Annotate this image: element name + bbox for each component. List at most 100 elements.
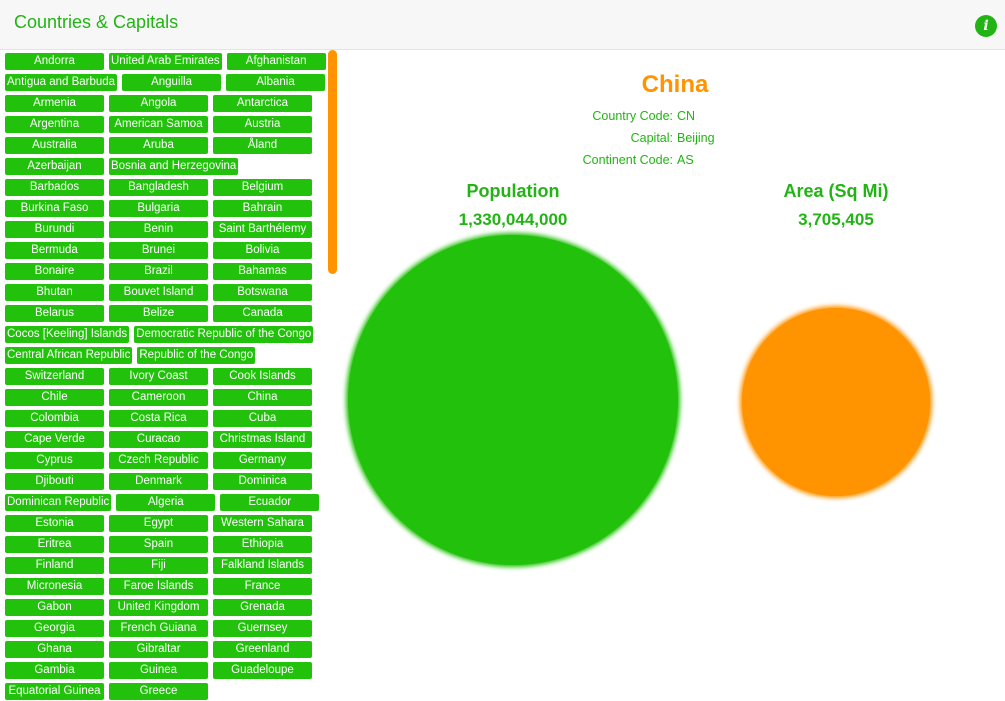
country-button[interactable]: Cameroon — [109, 389, 208, 406]
country-button[interactable]: Brazil — [109, 263, 208, 280]
country-button[interactable]: Bahamas — [213, 263, 312, 280]
population-value: 1,330,044,000 — [458, 210, 568, 229]
country-button[interactable]: Central African Republic — [5, 347, 133, 364]
country-row: Chile Cameroon China — [0, 386, 335, 407]
country-button[interactable]: Estonia — [5, 515, 104, 532]
country-button[interactable]: Azerbaijan — [5, 158, 104, 175]
country-button[interactable]: Bonaire — [5, 263, 104, 280]
country-button[interactable]: Greenland — [213, 641, 312, 658]
country-button[interactable]: Cocos [Keeling] Islands — [5, 326, 130, 343]
country-button[interactable]: Georgia — [5, 620, 104, 637]
country-list-scrollbar[interactable] — [328, 50, 337, 274]
country-button[interactable]: Spain — [109, 536, 208, 553]
country-button[interactable]: Curacao — [109, 431, 208, 448]
country-button[interactable]: Democratic Republic of the Congo — [134, 326, 314, 343]
country-button[interactable]: Djibouti — [5, 473, 104, 490]
country-row: Finland Fiji Falkland Islands — [0, 554, 335, 575]
country-row: Burkina Faso Bulgaria Bahrain — [0, 197, 335, 218]
country-button[interactable]: Finland — [5, 557, 104, 574]
country-button[interactable]: Ethiopia — [213, 536, 312, 553]
country-button[interactable]: Guinea — [109, 662, 208, 679]
country-button[interactable]: Gibraltar — [109, 641, 208, 658]
country-button[interactable]: Denmark — [109, 473, 208, 490]
country-button[interactable]: Austria — [213, 116, 312, 133]
country-button[interactable]: Anguilla — [122, 74, 222, 91]
country-button[interactable]: Belgium — [213, 179, 312, 196]
country-button[interactable]: Switzerland — [5, 368, 104, 385]
country-button[interactable]: Botswana — [213, 284, 312, 301]
country-button[interactable]: Antigua and Barbuda — [5, 74, 118, 91]
country-button[interactable]: Bermuda — [5, 242, 104, 259]
country-button[interactable]: Equatorial Guinea — [5, 683, 104, 700]
country-button[interactable]: Albania — [226, 74, 326, 91]
country-button[interactable]: Germany — [213, 452, 312, 469]
area-bubble — [742, 308, 930, 496]
country-button[interactable]: Argentina — [5, 116, 104, 133]
country-button[interactable]: Ghana — [5, 641, 104, 658]
country-button[interactable]: Burkina Faso — [5, 200, 104, 217]
country-button[interactable]: Saint Barthélemy — [213, 221, 312, 238]
country-button[interactable]: Grenada — [213, 599, 312, 616]
country-list[interactable]: Andorra United Arab Emirates Afghanistan An… — [0, 50, 335, 701]
country-button[interactable]: Canada — [213, 305, 312, 322]
country-button[interactable]: Micronesia — [5, 578, 104, 595]
country-button[interactable]: Dominican Republic — [5, 494, 112, 511]
country-button[interactable]: Bhutan — [5, 284, 104, 301]
country-button[interactable]: Cape Verde — [5, 431, 104, 448]
country-button[interactable]: Fiji — [109, 557, 208, 574]
country-row: Armenia Angola Antarctica — [0, 92, 335, 113]
country-button[interactable]: Chile — [5, 389, 104, 406]
country-button[interactable]: Ivory Coast — [109, 368, 208, 385]
country-button[interactable]: Burundi — [5, 221, 104, 238]
country-button[interactable]: Cyprus — [5, 452, 104, 469]
country-button[interactable]: Australia — [5, 137, 104, 154]
country-button[interactable]: Armenia — [5, 95, 104, 112]
country-button[interactable]: United Arab Emirates — [109, 53, 222, 70]
country-button[interactable]: Bulgaria — [109, 200, 208, 217]
country-button[interactable]: Belarus — [5, 305, 104, 322]
country-button[interactable]: Barbados — [5, 179, 104, 196]
country-button[interactable]: Eritrea — [5, 536, 104, 553]
country-button[interactable]: Bangladesh — [109, 179, 208, 196]
country-button[interactable]: Bosnia and Herzegovina — [109, 158, 239, 175]
country-button[interactable]: Cook Islands — [213, 368, 312, 385]
country-button[interactable]: Christmas Island — [213, 431, 312, 448]
country-button[interactable]: Belize — [109, 305, 208, 322]
country-button[interactable]: Antarctica — [213, 95, 312, 112]
country-code-label: Country Code: — [592, 109, 673, 123]
country-button[interactable]: Gambia — [5, 662, 104, 679]
country-button[interactable]: Angola — [109, 95, 208, 112]
country-button[interactable]: United Kingdom — [109, 599, 208, 616]
country-button[interactable]: French Guiana — [109, 620, 208, 637]
country-button[interactable]: Aruba — [109, 137, 208, 154]
country-button[interactable]: American Samoa — [109, 116, 208, 133]
country-button[interactable]: France — [213, 578, 312, 595]
country-button[interactable]: Faroe Islands — [109, 578, 208, 595]
country-button[interactable]: Egypt — [109, 515, 208, 532]
country-button[interactable]: Åland — [213, 137, 312, 154]
country-button[interactable]: Algeria — [116, 494, 216, 511]
country-button[interactable]: Czech Republic — [109, 452, 208, 469]
country-button[interactable]: Republic of the Congo — [137, 347, 256, 364]
country-button[interactable]: Bahrain — [213, 200, 312, 217]
country-button[interactable]: Guernsey — [213, 620, 312, 637]
country-button[interactable]: Brunei — [109, 242, 208, 259]
country-button[interactable]: Colombia — [5, 410, 104, 427]
country-button[interactable]: Western Sahara — [213, 515, 312, 532]
country-button[interactable]: Costa Rica — [109, 410, 208, 427]
country-button[interactable]: Greece — [109, 683, 208, 700]
country-button[interactable]: Falkland Islands — [213, 557, 312, 574]
country-button[interactable]: Andorra — [5, 53, 104, 70]
country-button[interactable]: Ecuador — [220, 494, 320, 511]
country-button[interactable]: Bolivia — [213, 242, 312, 259]
country-detail: China Country Code: CN Capital: Beijing … — [345, 50, 1005, 701]
country-button[interactable]: Benin — [109, 221, 208, 238]
country-button[interactable]: Gabon — [5, 599, 104, 616]
country-button[interactable]: Guadeloupe — [213, 662, 312, 679]
country-button[interactable]: Cuba — [213, 410, 312, 427]
country-button[interactable]: Afghanistan — [226, 53, 326, 70]
country-button[interactable]: Bouvet Island — [109, 284, 208, 301]
info-icon[interactable]: i — [975, 15, 997, 37]
country-button[interactable]: China — [213, 389, 312, 406]
country-button[interactable]: Dominica — [213, 473, 312, 490]
